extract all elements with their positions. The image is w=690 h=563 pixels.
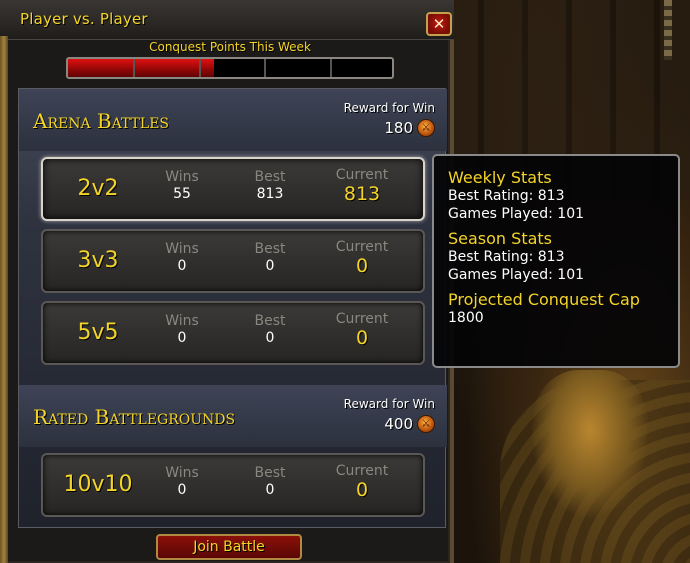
season-best-rating: Best Rating: 813	[448, 249, 565, 265]
best-value: 0	[265, 258, 275, 274]
current-value: 0	[355, 255, 369, 277]
best-value: 0	[265, 482, 275, 498]
best-label: Best	[254, 169, 286, 185]
best-label: Best	[254, 465, 286, 481]
frame-gold-trim	[0, 36, 8, 563]
rated-bg-header: Rated Battlegrounds Reward for Win 400 ⚔	[19, 385, 447, 447]
season-stats-heading: Season Stats	[448, 229, 552, 248]
wins-value: 0	[177, 258, 187, 274]
wins-value: 0	[177, 482, 187, 498]
conquest-point-icon: ⚔	[417, 119, 435, 137]
current-column: Current 0	[317, 463, 407, 501]
current-column: Current 0	[317, 239, 407, 277]
rated-panel: Arena Battles Reward for Win 180 ⚔ 2v2 W…	[18, 88, 447, 528]
rated-bg-reward-value: 400	[384, 415, 413, 433]
progress-segment-divider	[133, 59, 135, 77]
wins-column: Wins 0	[137, 241, 227, 274]
current-column: Current 0	[317, 311, 407, 349]
current-value: 813	[343, 183, 381, 205]
hanging-chain	[664, 0, 672, 60]
weekly-stats-heading: Weekly Stats	[448, 168, 552, 187]
current-column: Current 813	[317, 167, 407, 205]
wins-column: Wins 0	[137, 313, 227, 346]
progress-segment-divider	[330, 59, 332, 77]
rated-bg-title: Rated Battlegrounds	[33, 405, 236, 429]
join-battle-button[interactable]: Join Battle	[156, 534, 302, 560]
best-column: Best 0	[225, 465, 315, 498]
wins-label: Wins	[165, 241, 199, 257]
rated-bg-reward-label: Reward for Win	[343, 397, 435, 411]
bracket-3v3[interactable]: 3v3 Wins 0 Best 0 Current 0	[41, 229, 425, 293]
wins-value: 0	[177, 330, 187, 346]
best-column: Best 0	[225, 241, 315, 274]
weekly-best-rating: Best Rating: 813	[448, 188, 565, 204]
current-label: Current	[335, 239, 389, 255]
current-value: 0	[355, 479, 369, 501]
best-label: Best	[254, 313, 286, 329]
best-column: Best 813	[225, 169, 315, 202]
wins-column: Wins 55	[137, 169, 227, 202]
window-title: Player vs. Player	[20, 10, 148, 28]
current-label: Current	[335, 311, 389, 327]
current-label: Current	[335, 463, 389, 479]
best-value: 0	[265, 330, 275, 346]
current-label: Current	[335, 167, 389, 183]
arena-header: Arena Battles Reward for Win 180 ⚔	[19, 89, 447, 151]
progress-segment-divider	[199, 59, 201, 77]
wins-value: 55	[173, 186, 191, 202]
season-games-played: Games Played: 101	[448, 267, 585, 283]
wins-label: Wins	[165, 169, 199, 185]
arena-reward-label: Reward for Win	[343, 101, 435, 115]
conquest-progress-bar	[66, 57, 394, 79]
bracket-10v10[interactable]: 10v10 Wins 0 Best 0 Current 0	[41, 453, 425, 517]
rating-tooltip: Weekly Stats Best Rating: 813 Games Play…	[432, 154, 680, 368]
close-button[interactable]: ✕	[426, 12, 452, 36]
projected-cap-heading: Projected Conquest Cap	[448, 290, 640, 309]
best-column: Best 0	[225, 313, 315, 346]
conquest-points-label: Conquest Points This Week	[149, 40, 311, 54]
current-value: 0	[355, 327, 369, 349]
weekly-games-played: Games Played: 101	[448, 206, 585, 222]
pvp-window: Player vs. Player ✕ Conquest Points This…	[0, 0, 454, 563]
best-label: Best	[254, 241, 286, 257]
best-value: 813	[256, 186, 284, 202]
bracket-5v5[interactable]: 5v5 Wins 0 Best 0 Current 0	[41, 301, 425, 365]
projected-cap-value: 1800	[448, 310, 484, 326]
window-titlebar[interactable]: Player vs. Player	[0, 0, 454, 40]
wins-column: Wins 0	[137, 465, 227, 498]
progress-segment-divider	[264, 59, 266, 77]
wins-label: Wins	[165, 465, 199, 481]
conquest-point-icon: ⚔	[417, 415, 435, 433]
arena-title: Arena Battles	[33, 109, 170, 133]
close-icon: ✕	[432, 15, 446, 33]
conquest-progress-fill	[68, 59, 214, 77]
bracket-2v2[interactable]: 2v2 Wins 55 Best 813 Current 813	[41, 157, 425, 221]
arena-reward-value: 180	[384, 119, 413, 137]
golden-beast-creature	[530, 370, 650, 520]
wins-label: Wins	[165, 313, 199, 329]
